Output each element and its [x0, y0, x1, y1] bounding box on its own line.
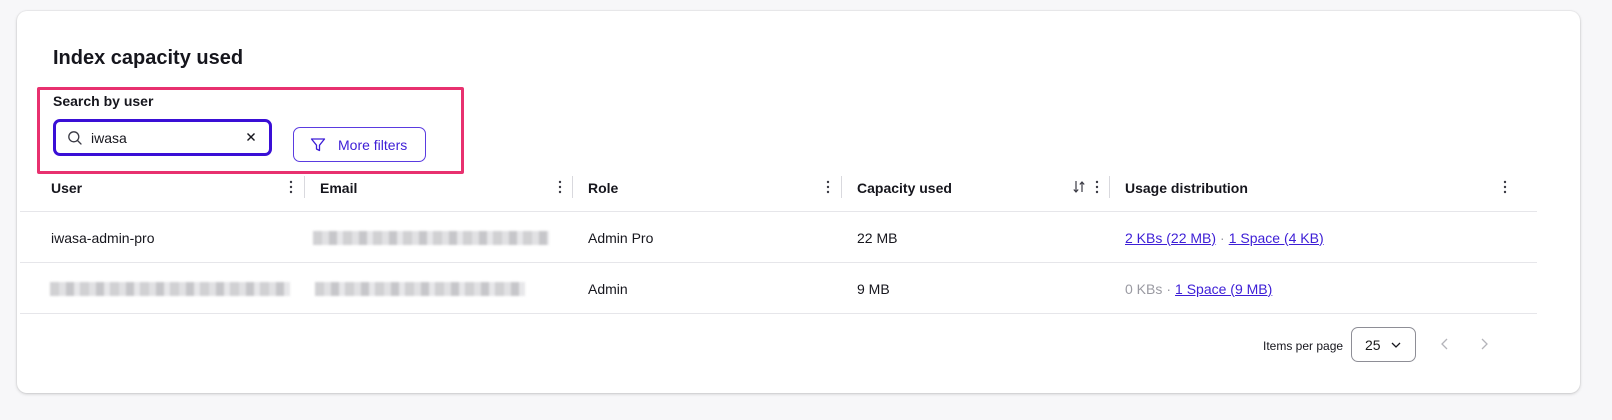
capacity-table: User Email Role Capacity used Usage dist…	[20, 164, 1537, 314]
chevron-right-icon	[1481, 338, 1488, 350]
search-input[interactable]	[91, 129, 231, 146]
column-label: Capacity used	[857, 180, 952, 196]
column-menu-icon[interactable]	[1503, 180, 1507, 194]
items-per-page-label: Items per page	[1263, 339, 1344, 353]
cell-email-redacted	[313, 212, 549, 263]
clear-icon[interactable]	[245, 131, 257, 143]
next-page-button[interactable]	[1476, 336, 1492, 352]
cell-usage: 0 KBs · 1 Space (9 MB)	[1125, 263, 1272, 314]
filter-icon	[310, 137, 326, 153]
search-field[interactable]	[53, 119, 272, 156]
table-row: Admin 9 MB 0 KBs · 1 Space (9 MB)	[20, 263, 1537, 314]
column-menu-icon[interactable]	[1095, 180, 1099, 194]
column-header-email[interactable]: Email	[320, 164, 570, 212]
chevron-down-icon	[1391, 341, 1401, 349]
cell-capacity: 9 MB	[857, 280, 890, 297]
column-menu-icon[interactable]	[289, 180, 293, 194]
column-label: Role	[588, 180, 619, 196]
cell-user: iwasa-admin-pro	[51, 229, 155, 246]
column-label: User	[51, 180, 83, 196]
items-per-page-value: 25	[1365, 336, 1381, 353]
cell-capacity: 22 MB	[857, 229, 898, 246]
column-label: Email	[320, 180, 358, 196]
column-menu-icon[interactable]	[826, 180, 830, 194]
column-divider[interactable]	[572, 176, 573, 198]
search-icon	[67, 130, 83, 146]
separator-dot: ·	[1166, 280, 1172, 297]
column-header-user[interactable]: User	[51, 164, 301, 212]
page-title: Index capacity used	[53, 47, 244, 69]
search-label: Search by user	[53, 93, 154, 109]
column-menu-icon[interactable]	[558, 180, 562, 194]
cell-email-redacted	[315, 263, 525, 314]
table-header: User Email Role Capacity used Usage dist…	[20, 164, 1537, 212]
separator-dot: ·	[1220, 229, 1225, 246]
kbs-link[interactable]: 2 KBs (22 MB)	[1125, 230, 1216, 246]
chevron-left-icon	[1441, 338, 1448, 350]
more-filters-label: More filters	[338, 136, 408, 153]
cell-role: Admin	[588, 280, 628, 297]
column-header-role[interactable]: Role	[588, 164, 838, 212]
column-header-usage[interactable]: Usage distribution	[1125, 164, 1515, 212]
cell-role: Admin Pro	[588, 229, 654, 246]
kbs-value: 0 KBs	[1125, 280, 1163, 297]
previous-page-button[interactable]	[1437, 336, 1453, 352]
column-divider[interactable]	[1109, 176, 1110, 198]
sort-icon[interactable]	[1073, 180, 1085, 194]
cell-usage: 2 KBs (22 MB) · 1 Space (4 KB)	[1125, 212, 1324, 263]
table-row: iwasa-admin-pro Admin Pro 22 MB 2 KBs (2…	[20, 212, 1537, 263]
space-link[interactable]: 1 Space (4 KB)	[1229, 230, 1324, 246]
more-filters-button[interactable]: More filters	[293, 127, 426, 162]
cell-user-redacted	[50, 263, 290, 314]
column-header-capacity[interactable]: Capacity used	[857, 164, 1107, 212]
column-label: Usage distribution	[1125, 180, 1248, 196]
column-divider[interactable]	[304, 176, 305, 198]
space-link[interactable]: 1 Space (9 MB)	[1175, 281, 1272, 297]
items-per-page-select[interactable]: 25	[1351, 327, 1416, 362]
column-divider[interactable]	[841, 176, 842, 198]
